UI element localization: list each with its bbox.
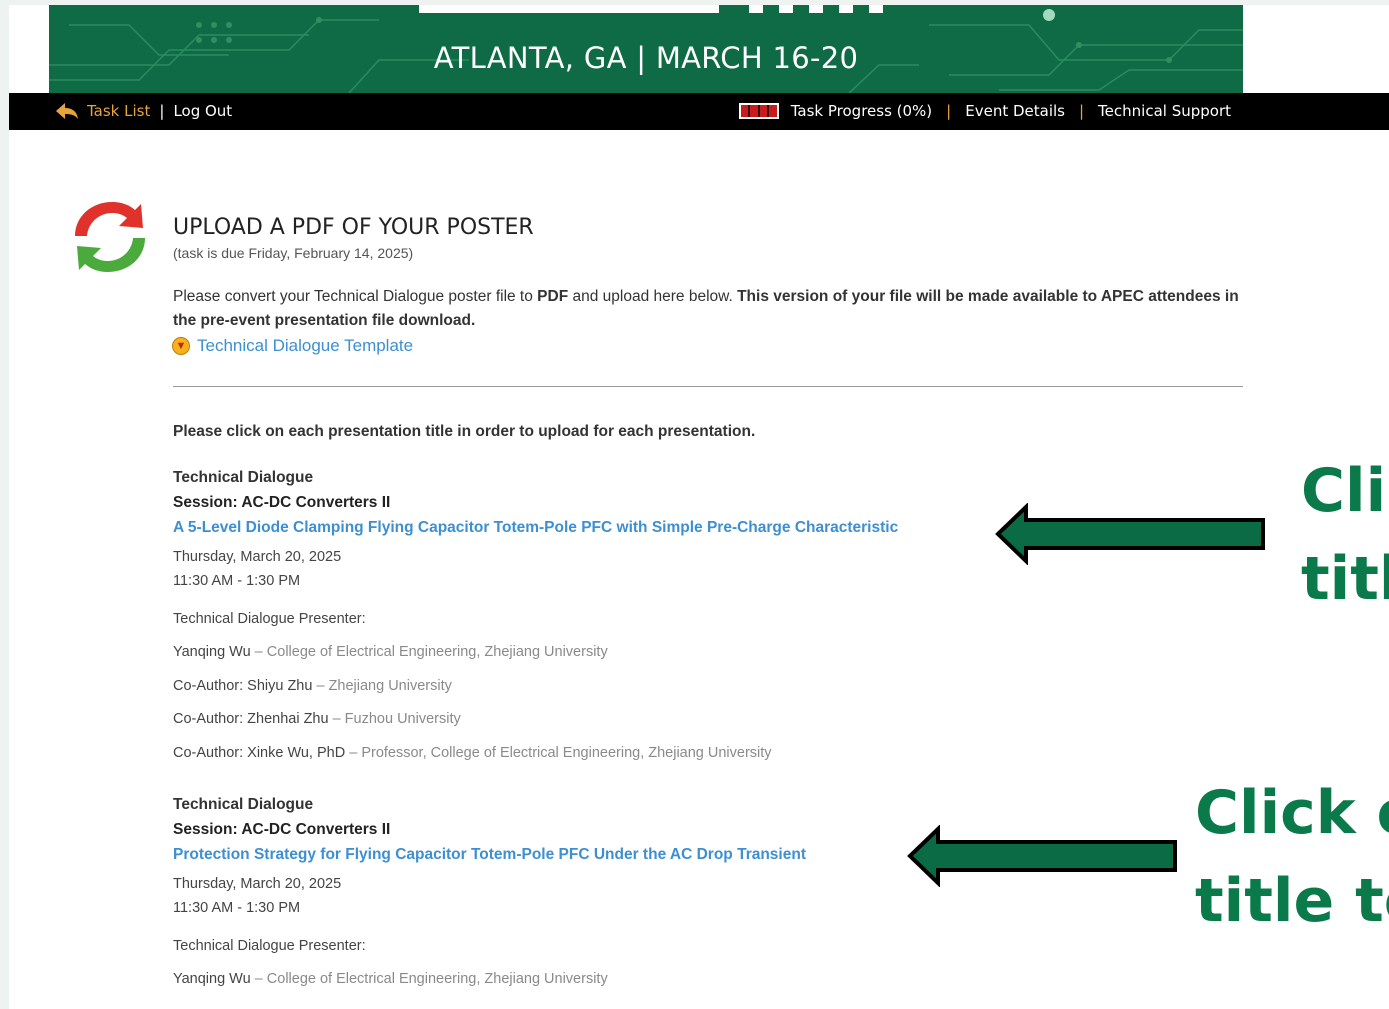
presentation-item: Technical Dialogue Session: AC-DC Conver… — [173, 469, 1073, 778]
nav-separator: | — [946, 102, 952, 120]
author-name: Co-Author: Zhenhai Zhu — [173, 711, 329, 727]
technical-support-link[interactable]: Technical Support — [1098, 102, 1231, 120]
author-name: Yanqing Wu — [173, 971, 251, 987]
author-name: Co-Author: Xinke Wu, PhD — [173, 744, 346, 761]
log-out-link[interactable]: Log Out — [173, 102, 232, 120]
banner-location-dates: ATLANTA, GA | MARCH 16-20 — [433, 41, 859, 75]
event-banner: ATLANTA, GA | MARCH 16-20 — [49, 5, 1243, 93]
callout-text: Click o title to — [1195, 769, 1389, 945]
page: ATLANTA, GA | MARCH 16-20 Task List | Lo… — [9, 5, 1389, 1009]
author-affiliation: – Fuzhou University — [328, 711, 461, 727]
task-list-link[interactable]: Task List — [87, 102, 150, 120]
callout-arrow-icon — [907, 825, 1177, 887]
task-progress-label[interactable]: Task Progress (0%) — [791, 102, 932, 120]
task-due-date: (task is due Friday, February 14, 2025) — [173, 245, 414, 261]
presentation-title-link[interactable]: A 5-Level Diode Clamping Flying Capacito… — [173, 519, 1073, 549]
presenter-label: Technical Dialogue Presenter: — [173, 938, 366, 954]
back-arrow-icon[interactable] — [55, 102, 79, 120]
event-details-link[interactable]: Event Details — [965, 102, 1065, 120]
author-entry: Yanqing Wu – College of Electrical Engin… — [173, 644, 1073, 678]
callout-text: Cli titl — [1301, 447, 1389, 623]
callout-line: title to — [1195, 866, 1389, 936]
author-name: Yanqing Wu — [173, 644, 251, 660]
section-divider — [173, 386, 1243, 387]
nav-separator: | — [159, 102, 165, 120]
author-affiliation: – Professor, College of Electrical Engin… — [345, 744, 772, 761]
author-entry: Co-Author: Zhenhai Zhu – Fuzhou Universi… — [173, 711, 1073, 745]
task-description: Please convert your Technical Dialogue p… — [173, 285, 1243, 333]
presentation-type: Technical Dialogue — [173, 469, 314, 486]
author-entry: Co-Author: Shiyu Zhu – Zhejiang Universi… — [173, 678, 1073, 712]
template-link-label[interactable]: Technical Dialogue Template — [197, 336, 413, 356]
presenter-label: Technical Dialogue Presenter: — [173, 611, 366, 627]
nav-separator: | — [1078, 102, 1085, 120]
callout-line: Click o — [1195, 778, 1389, 848]
author-affiliation: – Zhejiang University — [312, 677, 452, 694]
presentation-time: 11:30 AM - 1:30 PM — [173, 900, 301, 916]
callout-arrow-icon — [995, 503, 1265, 565]
upload-instructions: Please click on each presentation title … — [173, 423, 756, 440]
presentation-session: Session: AC-DC Converters II — [173, 494, 391, 511]
author-entry: Yanqing Wu – College of Electrical Engin… — [173, 971, 1073, 1005]
top-nav-bar: Task List | Log Out Task Progress (0%) |… — [9, 93, 1389, 130]
task-title: UPLOAD A PDF OF YOUR POSTER — [173, 215, 534, 240]
author-entry: Co-Author: Xinke Wu, PhD – Professor, Co… — [173, 745, 1073, 779]
upload-sync-icon — [75, 202, 145, 272]
task-progress-bar — [738, 103, 779, 119]
callout-line: Cli — [1301, 456, 1387, 526]
presentation-date: Thursday, March 20, 2025 — [173, 549, 342, 565]
download-icon: ▼ — [172, 337, 190, 355]
author-affiliation: – College of Electrical Engineering, Zhe… — [250, 971, 608, 987]
template-download-link[interactable]: ▼ Technical Dialogue Template — [172, 336, 413, 356]
author-name: Co-Author: Shiyu Zhu — [173, 677, 313, 694]
presentation-type: Technical Dialogue — [173, 796, 314, 813]
callout-line: titl — [1301, 544, 1389, 614]
author-affiliation: – College of Electrical Engineering, Zhe… — [250, 644, 608, 660]
presentation-time: 11:30 AM - 1:30 PM — [173, 573, 301, 589]
task-description-bold: PDF — [537, 288, 569, 305]
task-description-text: Please convert your Technical Dialogue p… — [173, 288, 538, 305]
task-description-text: and upload here below. — [568, 288, 738, 305]
